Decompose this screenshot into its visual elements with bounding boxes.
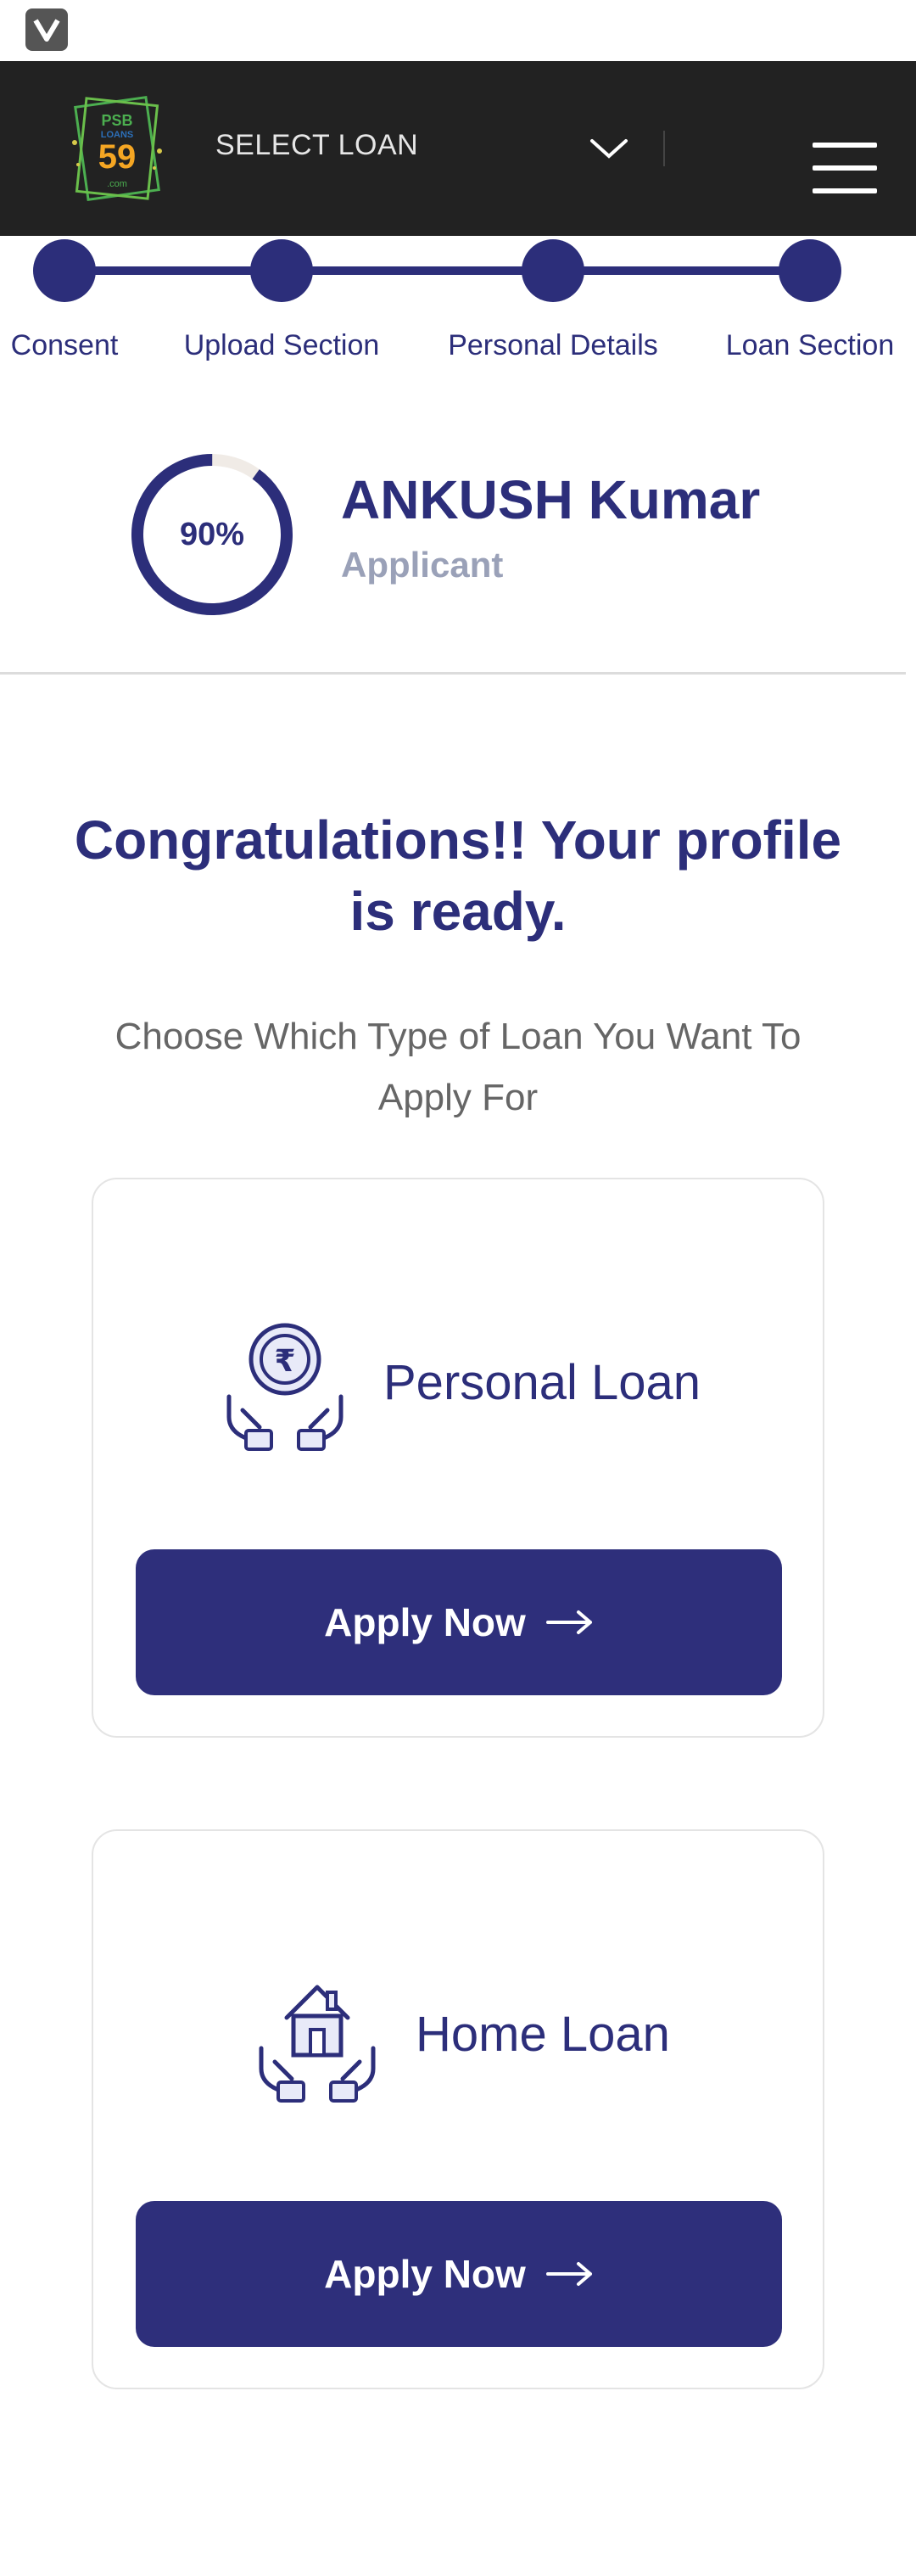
apply-now-label: Apply Now xyxy=(324,1600,526,1644)
svg-text:.com: .com xyxy=(107,179,127,189)
arrow-right-icon xyxy=(545,2262,592,2286)
personal-loan-title: Personal Loan xyxy=(383,1355,701,1410)
divider xyxy=(663,131,665,166)
app-badge-icon xyxy=(25,8,68,51)
step-dot-loan[interactable] xyxy=(779,239,841,302)
svg-text:PSB: PSB xyxy=(101,112,132,129)
apply-now-label: Apply Now xyxy=(324,2252,526,2296)
page-subtitle: Choose Which Type of Loan You Want To Ap… xyxy=(114,1016,802,1118)
step-dot-consent[interactable] xyxy=(33,239,96,302)
section-divider xyxy=(0,672,906,675)
applicant-role: Applicant xyxy=(341,545,504,585)
arrow-right-icon xyxy=(545,1610,592,1634)
applicant-name: ANKUSH Kumar xyxy=(341,469,761,530)
apply-now-home-loan-button[interactable]: Apply Now xyxy=(136,2201,782,2347)
svg-text:₹: ₹ xyxy=(274,1344,295,1379)
svg-text:59: 59 xyxy=(98,138,137,176)
step-label-upload[interactable]: Upload Section xyxy=(184,329,380,362)
select-loan-dropdown[interactable]: SELECT LOAN xyxy=(215,129,418,162)
house-hands-icon xyxy=(259,1985,376,2103)
progress-stepper: Consent Upload Section Personal Details … xyxy=(0,236,916,380)
home-loan-card: Home Loan Apply Now xyxy=(92,1829,824,2389)
step-dot-upload[interactable] xyxy=(250,239,313,302)
home-loan-title: Home Loan xyxy=(416,2007,670,2062)
personal-loan-card: ₹ Personal Loan Apply Now xyxy=(92,1178,824,1738)
applicant-profile: 90% ANKUSH Kumar Applicant xyxy=(0,441,916,662)
status-bar xyxy=(0,0,916,61)
top-navigation-bar: PSB LOANS 59 .com SELECT LOAN xyxy=(0,61,916,236)
progress-percent: 90% xyxy=(179,516,245,552)
menu-icon[interactable] xyxy=(813,143,877,193)
chevron-down-icon[interactable] xyxy=(589,136,629,161)
stepper-line xyxy=(64,266,809,275)
step-label-loan[interactable]: Loan Section xyxy=(726,329,895,362)
apply-now-personal-loan-button[interactable]: Apply Now xyxy=(136,1549,782,1695)
psb-loans-logo[interactable]: PSB LOANS 59 .com xyxy=(66,92,168,205)
step-dot-personal[interactable] xyxy=(522,239,584,302)
step-label-consent[interactable]: Consent xyxy=(11,329,119,362)
step-label-personal[interactable]: Personal Details xyxy=(448,329,658,362)
page-title: Congratulations!! Your profile is ready. xyxy=(74,809,842,942)
rupee-hands-icon: ₹ xyxy=(226,1323,344,1451)
